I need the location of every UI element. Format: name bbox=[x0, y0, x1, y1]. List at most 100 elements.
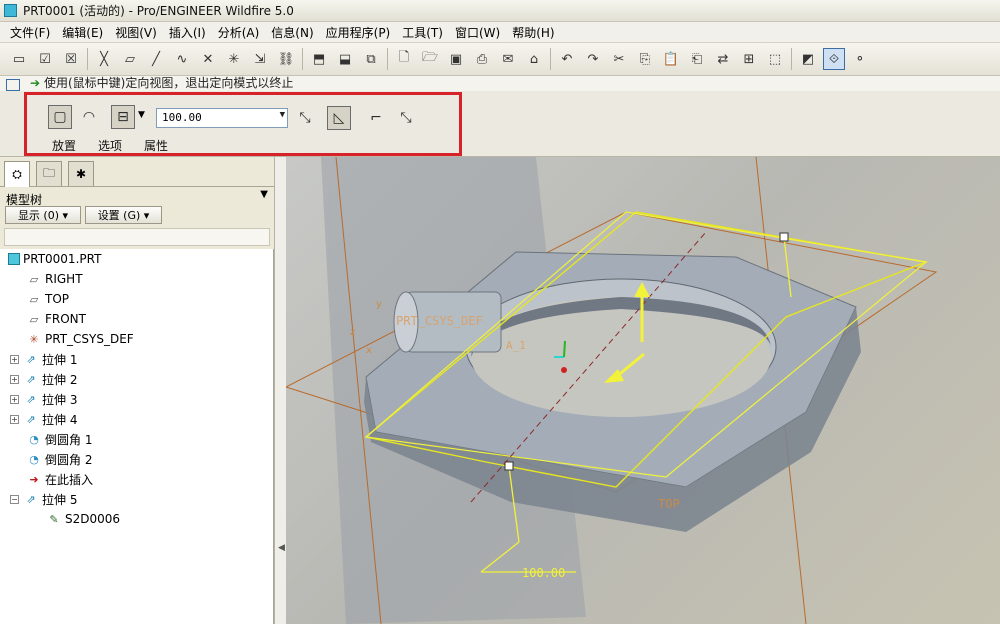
menu-view[interactable]: 视图(V) bbox=[109, 24, 163, 41]
new-file-icon[interactable]: 🗋 bbox=[393, 48, 415, 70]
depth-dimension-label[interactable]: 100.00 bbox=[522, 566, 565, 580]
tree-row[interactable]: ▱ RIGHT bbox=[26, 269, 83, 289]
analysis-icon[interactable]: ⇲ bbox=[249, 48, 271, 70]
depth-option-button[interactable]: ⊟ bbox=[111, 105, 135, 129]
find-icon[interactable]: ⊞ bbox=[738, 48, 760, 70]
link-icon[interactable]: ⛓ bbox=[275, 48, 297, 70]
title-bar: PRT0001 (活动的) - Pro/ENGINEER Wildfire 5.… bbox=[0, 0, 1000, 22]
tree-row-label: 倒圆角 1 bbox=[45, 432, 93, 447]
sketch-vertices-icon[interactable]: ⚬ bbox=[849, 48, 871, 70]
depth-dropdown-icon[interactable]: ▼ bbox=[280, 110, 285, 120]
csys-tool-icon[interactable]: ✳ bbox=[223, 48, 245, 70]
tree-row[interactable]: − ⇗ 拉伸 5 bbox=[10, 489, 77, 509]
depth-value-input[interactable]: 100.00 ▼ bbox=[156, 108, 288, 128]
sketch-constraints-icon[interactable]: ⟐ bbox=[823, 48, 845, 70]
tree-row[interactable]: ◔ 倒圆角 2 bbox=[26, 449, 92, 469]
expand-icon[interactable]: + bbox=[10, 374, 19, 384]
flip-direction-button[interactable]: ⤡ bbox=[293, 106, 317, 130]
preview-drag-handle[interactable] bbox=[779, 232, 789, 242]
collapse-icon[interactable]: − bbox=[10, 494, 19, 504]
select-box-icon[interactable]: ⬚ bbox=[764, 48, 786, 70]
expand-icon[interactable]: + bbox=[10, 354, 19, 364]
graphics-window[interactable]: y z x PRT_CSYS_DEF A_1 TOP 100.00 bbox=[286, 157, 1000, 624]
tree-row[interactable]: ◔ 倒圆角 1 bbox=[26, 429, 92, 449]
feature-op-icon-2[interactable]: ⬓ bbox=[334, 48, 356, 70]
feature-op-icon-3[interactable]: ⧉ bbox=[360, 48, 382, 70]
tree-row[interactable]: + ⇗ 拉伸 3 bbox=[10, 389, 77, 409]
axis-line-icon[interactable]: ╱ bbox=[145, 48, 167, 70]
curve-icon[interactable]: ∿ bbox=[171, 48, 193, 70]
print-icon[interactable]: ⎙ bbox=[471, 48, 493, 70]
tab-options[interactable]: 选项 bbox=[98, 137, 122, 154]
extrude-icon: ⇗ bbox=[26, 412, 36, 426]
feature-op-icon-1[interactable]: ⬒ bbox=[308, 48, 330, 70]
menu-edit[interactable]: 编辑(E) bbox=[56, 24, 109, 41]
close-window-icon[interactable]: ☒ bbox=[60, 48, 82, 70]
surface-extrude-button[interactable]: ◠ bbox=[77, 105, 101, 129]
datum-plane-icon[interactable]: ▱ bbox=[119, 48, 141, 70]
menu-analysis[interactable]: 分析(A) bbox=[212, 24, 266, 41]
send-icon[interactable]: ✉ bbox=[497, 48, 519, 70]
regenerate-icon[interactable]: ⇄ bbox=[712, 48, 734, 70]
remove-material-button[interactable]: ◺ bbox=[327, 106, 351, 130]
tree-row[interactable]: ▱ FRONT bbox=[26, 309, 86, 329]
open-folder-icon[interactable]: 🗁 bbox=[419, 48, 441, 70]
tab-placement[interactable]: 放置 bbox=[52, 137, 76, 154]
tab-properties[interactable]: 属性 bbox=[144, 137, 168, 154]
solid-extrude-button[interactable]: ▢ bbox=[48, 105, 72, 129]
show-button[interactable]: 显示 (0) ▾ bbox=[5, 206, 81, 224]
tree-row-label: 拉伸 3 bbox=[42, 392, 78, 407]
menu-insert[interactable]: 插入(I) bbox=[163, 24, 212, 41]
triad-y-icon bbox=[563, 340, 566, 358]
sketcher-display-icon[interactable]: ◩ bbox=[797, 48, 819, 70]
paste-special-icon[interactable]: ⎗ bbox=[686, 48, 708, 70]
email-icon[interactable]: ⌂ bbox=[523, 48, 545, 70]
sash-arrow-icon[interactable]: ◀ bbox=[278, 543, 285, 553]
tree-row[interactable]: + ⇗ 拉伸 2 bbox=[10, 369, 77, 389]
paste-icon[interactable]: 📋 bbox=[660, 48, 682, 70]
redo-icon[interactable]: ↷ bbox=[582, 48, 604, 70]
menu-info[interactable]: 信息(N) bbox=[265, 24, 319, 41]
tree-menu-arrow-icon[interactable]: ▼ bbox=[260, 189, 268, 200]
menu-window[interactable]: 窗口(W) bbox=[449, 24, 506, 41]
save-icon[interactable]: ▣ bbox=[445, 48, 467, 70]
tree-row[interactable]: ✳ PRT_CSYS_DEF bbox=[26, 329, 133, 349]
tab-folder-browser[interactable]: 🗀 bbox=[36, 161, 62, 186]
menu-applications[interactable]: 应用程序(P) bbox=[320, 24, 397, 41]
tree-row[interactable]: ✎ S2D0006 bbox=[46, 509, 120, 529]
tab-favorites[interactable]: ✱ bbox=[68, 161, 94, 186]
undo-icon[interactable]: ↶ bbox=[556, 48, 578, 70]
tree-row[interactable]: PRT0001.PRT bbox=[8, 249, 101, 269]
tree-row[interactable]: ➜ 在此插入 bbox=[26, 469, 93, 489]
datum-plane-icon: ▱ bbox=[29, 272, 39, 286]
thicken-sketch-button[interactable]: ⌐ bbox=[364, 106, 388, 130]
datum-plane-icon: ▱ bbox=[29, 292, 39, 306]
settings-button[interactable]: 设置 (G) ▾ bbox=[85, 206, 162, 224]
insert-here-icon: ➜ bbox=[29, 472, 39, 486]
tree-row-label: 拉伸 4 bbox=[42, 412, 78, 427]
tree-row-label: 在此插入 bbox=[45, 472, 94, 487]
axis-z-label: z bbox=[350, 327, 355, 338]
datum-point-icon[interactable]: ✕ bbox=[197, 48, 219, 70]
flip-material-side-button[interactable]: ⤡ bbox=[394, 106, 418, 130]
menu-file[interactable]: 文件(F) bbox=[4, 24, 56, 41]
sketch-view-icon[interactable]: ▭ bbox=[8, 48, 30, 70]
accept-icon[interactable]: ☑ bbox=[34, 48, 56, 70]
tree-row[interactable]: ▱ TOP bbox=[26, 289, 69, 309]
toolbar-separator bbox=[87, 48, 88, 70]
expand-icon[interactable]: + bbox=[10, 414, 19, 424]
model-view[interactable]: y z x PRT_CSYS_DEF A_1 TOP 100.00 bbox=[286, 157, 1000, 624]
datum-axis-icon[interactable]: ╳ bbox=[93, 48, 115, 70]
cut-icon[interactable]: ✂ bbox=[608, 48, 630, 70]
depth-drag-handle[interactable] bbox=[504, 461, 514, 471]
menu-tools[interactable]: 工具(T) bbox=[396, 24, 449, 41]
window-title: PRT0001 (活动的) - Pro/ENGINEER Wildfire 5.… bbox=[23, 4, 294, 18]
navigator-sash[interactable]: ◀ bbox=[274, 157, 286, 624]
tree-row[interactable]: + ⇗ 拉伸 4 bbox=[10, 409, 77, 429]
tree-row[interactable]: + ⇗ 拉伸 1 bbox=[10, 349, 77, 369]
depth-option-dropdown-icon[interactable]: ▼ bbox=[138, 110, 145, 120]
menu-help[interactable]: 帮助(H) bbox=[506, 24, 560, 41]
tab-model-tree[interactable]: ⛭ bbox=[4, 161, 30, 187]
expand-icon[interactable]: + bbox=[10, 394, 19, 404]
copy-icon[interactable]: ⎘ bbox=[634, 48, 656, 70]
